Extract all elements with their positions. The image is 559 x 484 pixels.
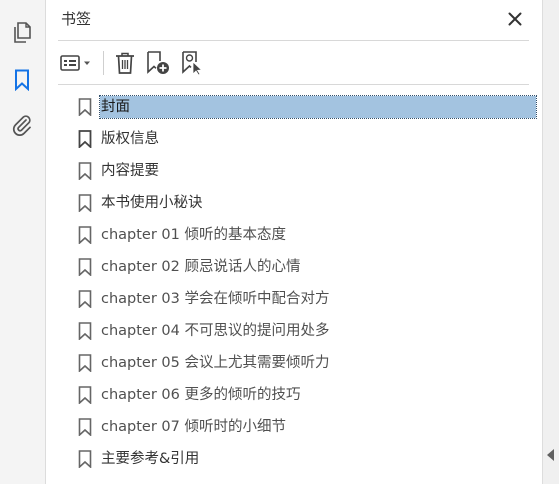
bookmark-icon — [78, 322, 92, 340]
bookmark-label: chapter 01 倾听的基本态度 — [101, 227, 286, 243]
toolbar-divider — [103, 51, 104, 75]
bookmark-label: 主要参考&引用 — [101, 451, 200, 467]
bookmark-item[interactable]: 本书使用小秘诀 — [46, 187, 543, 219]
bookmark-icon — [78, 290, 92, 308]
bookmark-icon — [78, 450, 92, 468]
bookmarks-toolbar — [59, 46, 212, 80]
bookmark-label: 内容提要 — [101, 163, 159, 179]
bookmark-list: 封面 版权信息 内容提要 本书使用小秘诀 chapter 01 倾听的基本态度 … — [46, 91, 543, 475]
bookmark-icon[interactable] — [8, 66, 36, 94]
bookmark-item[interactable]: chapter 05 会议上尤其需要倾听力 — [46, 347, 543, 379]
bookmark-icon — [78, 258, 92, 276]
collapse-arrow-icon[interactable] — [547, 449, 554, 461]
header-divider — [58, 40, 529, 41]
scrollbar[interactable] — [542, 0, 559, 484]
bookmark-icon — [78, 386, 92, 404]
toolbar-divider-line — [58, 84, 529, 85]
bookmark-label: chapter 03 学会在倾听中配合对方 — [101, 291, 330, 307]
bookmark-item[interactable]: 内容提要 — [46, 155, 543, 187]
bookmark-icon — [78, 162, 92, 180]
bookmark-item[interactable]: 版权信息 — [46, 123, 543, 155]
pages-icon[interactable] — [8, 19, 36, 47]
bookmark-icon — [78, 130, 92, 148]
bookmark-icon — [78, 418, 92, 436]
bookmark-icon — [78, 194, 92, 212]
bookmark-icon — [78, 226, 92, 244]
bookmark-label: chapter 05 会议上尤其需要倾听力 — [101, 355, 330, 371]
new-bookmark-from-structure-icon[interactable] — [178, 48, 206, 78]
bookmarks-panel: 书签 封面 版权信息 内容提要 本书使用小秘诀 chapter 01 倾听的基本… — [46, 0, 543, 484]
bookmark-item[interactable]: 封面 — [46, 91, 543, 123]
options-menu-icon[interactable] — [59, 48, 95, 78]
close-icon[interactable] — [505, 9, 525, 29]
bookmark-label: 封面 — [99, 95, 537, 119]
bookmark-item[interactable]: chapter 07 倾听时的小细节 — [46, 411, 543, 443]
bookmark-label: chapter 04 不可思议的提问用处多 — [101, 323, 330, 339]
bookmark-item[interactable]: chapter 04 不可思议的提问用处多 — [46, 315, 543, 347]
bookmark-label: 版权信息 — [101, 131, 159, 147]
new-bookmark-icon[interactable] — [144, 48, 172, 78]
panel-title: 书签 — [61, 10, 92, 28]
bookmark-label: 本书使用小秘诀 — [101, 195, 203, 211]
bookmark-item[interactable]: chapter 03 学会在倾听中配合对方 — [46, 283, 543, 315]
bookmark-item[interactable]: 主要参考&引用 — [46, 443, 543, 475]
bookmark-item[interactable]: chapter 02 顾忌说话人的心情 — [46, 251, 543, 283]
bookmark-label: chapter 02 顾忌说话人的心情 — [101, 259, 301, 275]
attachments-icon[interactable] — [8, 111, 36, 139]
bookmark-icon — [78, 354, 92, 372]
bookmark-item[interactable]: chapter 01 倾听的基本态度 — [46, 219, 543, 251]
bookmark-icon — [78, 98, 92, 116]
bookmark-label: chapter 06 更多的倾听的技巧 — [101, 387, 301, 403]
delete-icon[interactable] — [112, 48, 138, 78]
left-navigation-rail — [0, 0, 46, 484]
bookmark-item[interactable]: chapter 06 更多的倾听的技巧 — [46, 379, 543, 411]
bookmark-label: chapter 07 倾听时的小细节 — [101, 419, 286, 435]
